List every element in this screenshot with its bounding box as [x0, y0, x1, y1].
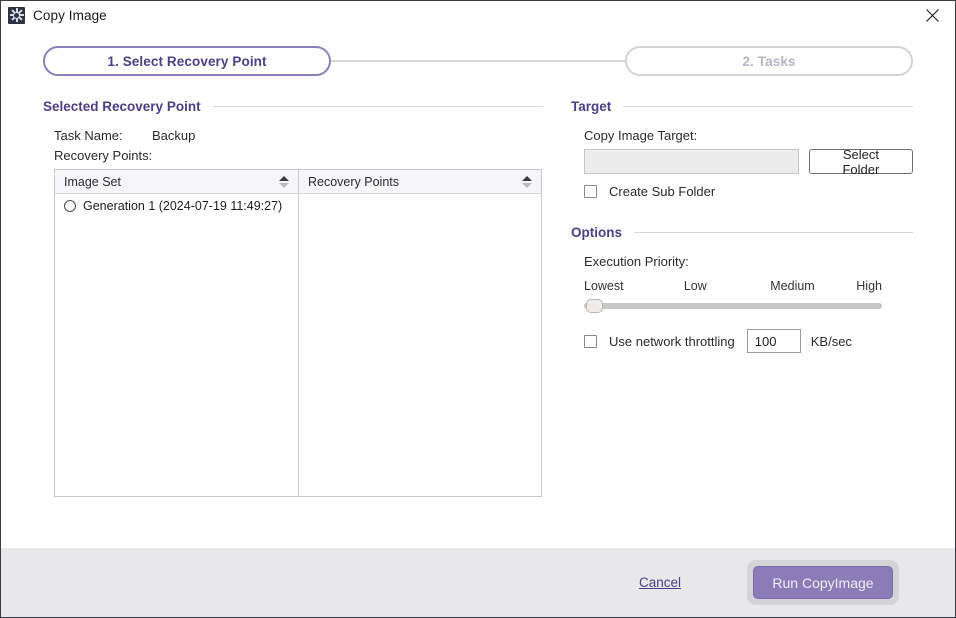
- priority-tick-lowest: Lowest: [584, 279, 624, 293]
- cancel-button[interactable]: Cancel: [639, 575, 681, 590]
- sort-icon[interactable]: [279, 175, 290, 189]
- select-folder-button[interactable]: Select Folder: [808, 147, 913, 177]
- section-rule: [634, 232, 913, 233]
- throttle-unit-label: KB/sec: [810, 333, 852, 349]
- image-set-column: Image Set Generation 1 (2024-07-19 11:49…: [55, 170, 299, 496]
- create-sub-folder-row[interactable]: Create Sub Folder: [584, 184, 913, 199]
- network-throttling-row: Use network throttling 100 KB/sec: [584, 329, 913, 353]
- row-label: Generation 1 (2024-07-19 11:49:27): [83, 198, 283, 213]
- section-title: Selected Recovery Point: [43, 99, 201, 114]
- task-name-row: Task Name: Backup: [54, 128, 543, 143]
- execution-priority-label: Execution Priority:: [584, 254, 689, 269]
- right-panel: Target Copy Image Target: Select Folder …: [543, 99, 913, 497]
- window-title: Copy Image: [33, 7, 107, 23]
- left-panel: Selected Recovery Point Task Name: Backu…: [43, 99, 543, 497]
- dialog-body: Selected Recovery Point Task Name: Backu…: [1, 87, 955, 497]
- step-1-label: 1. Select Recovery Point: [107, 53, 267, 69]
- target-header: Target: [571, 99, 913, 114]
- table-row[interactable]: Generation 1 (2024-07-19 11:49:27): [55, 194, 298, 217]
- copy-image-target-row: Select Folder: [584, 147, 913, 177]
- recovery-points-rows: [299, 194, 541, 496]
- slider-thumb[interactable]: [586, 299, 603, 313]
- network-throttling-checkbox[interactable]: [584, 334, 597, 348]
- recovery-points-column: Recovery Points: [299, 170, 541, 496]
- priority-tick-labels: Lowest Low Medium High: [584, 279, 882, 295]
- priority-tick-low: Low: [683, 279, 707, 293]
- section-rule: [212, 106, 543, 107]
- close-icon[interactable]: [910, 1, 955, 29]
- step-tasks[interactable]: 2. Tasks: [625, 46, 913, 76]
- section-rule: [623, 106, 913, 107]
- image-set-rows: Generation 1 (2024-07-19 11:49:27): [55, 194, 298, 496]
- task-name-label: Task Name:: [54, 128, 123, 143]
- options-section-title: Options: [571, 225, 622, 240]
- recovery-points-table: Image Set Generation 1 (2024-07-19 11:49…: [54, 169, 542, 497]
- image-set-header[interactable]: Image Set: [55, 170, 298, 194]
- slider-track[interactable]: [584, 303, 882, 309]
- execution-priority-slider[interactable]: [584, 297, 882, 315]
- app-snowflake-icon: [8, 6, 25, 24]
- copy-image-target-label: Copy Image Target:: [584, 128, 698, 143]
- row-radio-button[interactable]: [64, 199, 76, 212]
- network-throttling-label: Use network throttling: [609, 333, 735, 349]
- step-select-recovery-point[interactable]: 1. Select Recovery Point: [43, 46, 331, 76]
- options-header: Options: [571, 225, 913, 240]
- stepper-connector: [331, 60, 625, 62]
- wizard-stepper: 1. Select Recovery Point 2. Tasks: [1, 35, 955, 87]
- selected-recovery-point-header: Selected Recovery Point: [43, 99, 543, 114]
- recovery-points-label: Recovery Points:: [54, 148, 153, 163]
- task-name-value: Backup: [152, 128, 196, 143]
- sort-icon[interactable]: [522, 175, 533, 189]
- run-copyimage-button[interactable]: Run CopyImage: [753, 566, 893, 599]
- priority-tick-medium: Medium: [770, 279, 815, 293]
- create-sub-folder-checkbox[interactable]: [584, 185, 597, 198]
- copy-image-dialog: Copy Image 1. Select Recovery Point 2. T…: [0, 0, 956, 618]
- dialog-footer: Cancel Run CopyImage: [1, 548, 955, 617]
- create-sub-folder-label: Create Sub Folder: [609, 184, 716, 199]
- throttle-value-input[interactable]: 100: [746, 329, 801, 353]
- copy-image-target-input[interactable]: [584, 149, 799, 174]
- step-2-label: 2. Tasks: [742, 53, 796, 69]
- image-set-header-label: Image Set: [64, 174, 121, 189]
- run-copyimage-focus-ring: Run CopyImage: [747, 560, 899, 605]
- target-section-title: Target: [571, 99, 612, 114]
- recovery-points-header[interactable]: Recovery Points: [299, 170, 541, 194]
- priority-tick-high: High: [856, 279, 882, 293]
- title-bar: Copy Image: [1, 1, 955, 29]
- recovery-points-header-label: Recovery Points: [308, 174, 400, 189]
